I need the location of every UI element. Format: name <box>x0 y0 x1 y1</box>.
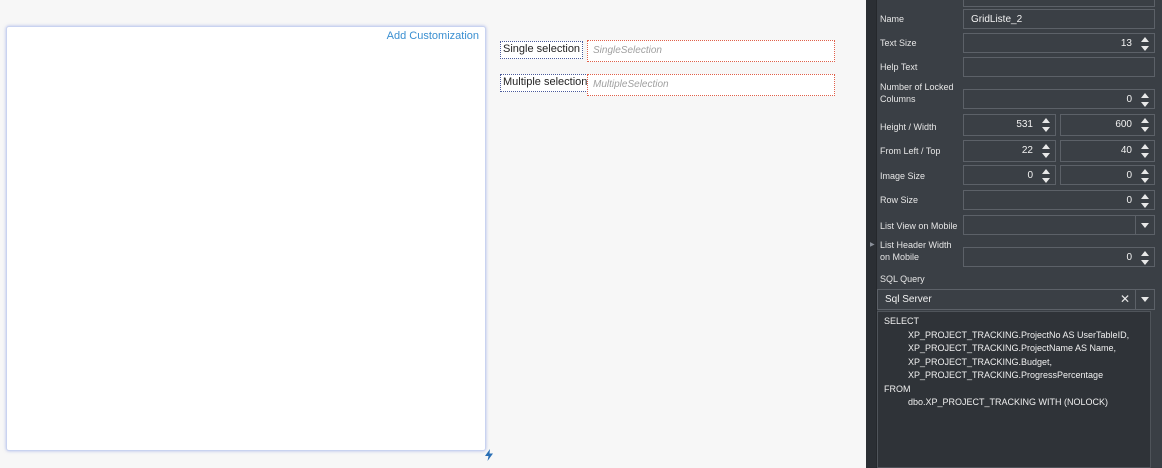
spinner-icon[interactable] <box>1140 36 1150 52</box>
image-width-value: 0 <box>1027 170 1033 181</box>
sql-line: SELECT <box>884 316 920 326</box>
collapse-arrow-icon[interactable]: ▶ <box>870 242 875 248</box>
multiple-selection-label[interactable]: Multiple selection <box>500 74 591 92</box>
name-label: Name <box>880 14 905 24</box>
sql-line: XP_PROJECT_TRACKING.ProgressPercentage <box>908 370 1104 380</box>
sql-server-select[interactable]: Sql Server ✕ <box>877 289 1155 310</box>
sql-editor[interactable]: SELECT XP_PROJECT_TRACKING.ProjectNo AS … <box>877 311 1151 468</box>
image-height-value: 0 <box>1126 170 1132 181</box>
spinner-icon[interactable] <box>1140 92 1150 108</box>
image-size-label: Image Size <box>880 171 926 181</box>
single-selection-placeholder: SingleSelection <box>593 45 662 56</box>
spinner-icon[interactable] <box>1140 168 1150 184</box>
spinner-icon[interactable] <box>1041 143 1051 159</box>
list-header-width-input[interactable]: 0 <box>963 247 1155 267</box>
previous-property-input[interactable] <box>963 0 1155 7</box>
lightning-icon[interactable] <box>484 449 494 461</box>
list-header-width-label: List Header Width on Mobile <box>880 240 952 262</box>
row-size-label: Row Size <box>880 195 919 205</box>
width-input[interactable]: 600 <box>1060 114 1155 136</box>
locked-columns-input[interactable]: 0 <box>963 89 1155 109</box>
sql-line: XP_PROJECT_TRACKING.Budget, <box>908 356 1053 367</box>
row-size-input[interactable]: 0 <box>963 190 1155 210</box>
height-width-label: Height / Width <box>880 122 937 132</box>
spinner-icon[interactable] <box>1140 193 1150 209</box>
image-height-input[interactable]: 0 <box>1060 165 1155 185</box>
single-selection-field[interactable]: SingleSelection <box>587 40 835 62</box>
locked-columns-label: Number of Locked Columns <box>880 82 954 104</box>
left-input[interactable]: 22 <box>963 140 1056 162</box>
from-left-top-label: From Left / Top <box>880 146 941 156</box>
list-header-width-value: 0 <box>1126 252 1132 263</box>
spinner-icon[interactable] <box>1140 250 1150 266</box>
grid-list-component[interactable]: Add Customization <box>6 26 486 451</box>
spinner-icon[interactable] <box>1140 117 1150 133</box>
chevron-down-icon[interactable] <box>1135 216 1154 234</box>
name-input[interactable]: GridListe_2 <box>963 9 1155 29</box>
help-text-label: Help Text <box>880 62 918 72</box>
multiple-selection-placeholder: MultipleSelection <box>593 79 669 90</box>
sql-line: FROM <box>884 383 911 394</box>
clear-icon[interactable]: ✕ <box>1120 290 1130 308</box>
add-customization-link[interactable]: Add Customization <box>387 30 479 42</box>
sql-query-label: SQL Query <box>880 274 925 284</box>
height-value: 531 <box>1016 119 1033 130</box>
width-value: 600 <box>1115 119 1132 130</box>
list-view-mobile-select[interactable] <box>963 215 1155 235</box>
row-size-value: 0 <box>1126 195 1132 206</box>
design-canvas: Add Customization Single selection Singl… <box>0 0 866 468</box>
panel-collapse-handle[interactable] <box>866 0 876 468</box>
text-size-value: 13 <box>1120 38 1132 49</box>
spinner-icon[interactable] <box>1140 143 1150 159</box>
list-view-mobile-label: List View on Mobile <box>880 221 958 231</box>
spinner-icon[interactable] <box>1041 168 1051 184</box>
locked-columns-value: 0 <box>1126 94 1132 105</box>
text-size-input[interactable]: 13 <box>963 33 1155 53</box>
top-value: 40 <box>1120 145 1132 156</box>
single-selection-label[interactable]: Single selection <box>500 41 584 59</box>
sql-server-value: Sql Server <box>885 294 932 305</box>
sql-line: XP_PROJECT_TRACKING.ProjectName AS Name, <box>908 343 1117 353</box>
spinner-icon[interactable] <box>1041 117 1051 133</box>
left-value: 22 <box>1021 145 1033 156</box>
height-input[interactable]: 531 <box>963 114 1056 136</box>
name-value: GridListe_2 <box>971 14 1023 25</box>
sql-line: XP_PROJECT_TRACKING.ProjectNo AS UserTab… <box>908 329 1130 340</box>
image-width-input[interactable]: 0 <box>963 165 1056 185</box>
top-input[interactable]: 40 <box>1060 140 1155 162</box>
multiple-selection-field[interactable]: MultipleSelection <box>587 74 835 96</box>
sql-line: dbo.XP_PROJECT_TRACKING WITH (NOLOCK) <box>908 397 1109 407</box>
help-text-input[interactable] <box>963 57 1155 77</box>
chevron-down-icon[interactable] <box>1135 290 1154 309</box>
text-size-label: Text Size <box>880 38 917 48</box>
